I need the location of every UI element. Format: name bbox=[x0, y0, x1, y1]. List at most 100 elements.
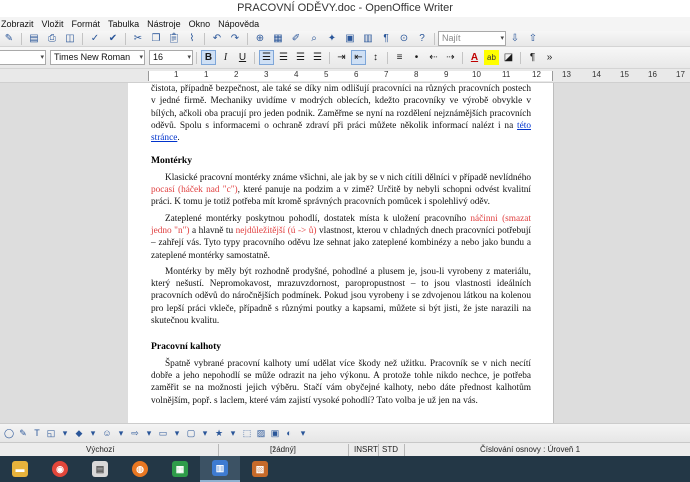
navigator-icon[interactable]: ✦ bbox=[324, 32, 340, 46]
line-spacing-icon[interactable]: ↕ bbox=[368, 50, 383, 65]
callout-icon[interactable]: ◱ bbox=[45, 427, 57, 439]
paragraph-style-combo[interactable]: ▾ bbox=[0, 50, 46, 65]
menu-nastroje[interactable]: Nástroje bbox=[143, 17, 185, 31]
find-next-icon[interactable]: ⇩ bbox=[507, 32, 523, 46]
block-arrows-icon[interactable]: ⇨ bbox=[129, 427, 141, 439]
document-text[interactable]: čistota, případně bezpečnost, ale také s… bbox=[151, 83, 531, 407]
symbol-shapes-icon[interactable]: ☺ bbox=[101, 427, 113, 439]
align-justify-icon[interactable]: ☰ bbox=[310, 50, 325, 65]
chevron-down-icon[interactable]: ▾ bbox=[40, 51, 44, 64]
intro-paragraph[interactable]: čistota, případně bezpečnost, ale také s… bbox=[151, 83, 531, 144]
paragraph-icon[interactable]: ¶ bbox=[525, 50, 540, 65]
chevron-down-icon[interactable]: ▾ bbox=[143, 427, 155, 439]
menu-napoveda[interactable]: Nápověda bbox=[214, 17, 263, 31]
chrome-button[interactable]: ◉ bbox=[40, 456, 80, 482]
file-explorer-button[interactable]: ▬ bbox=[0, 456, 40, 482]
calc-button[interactable]: ▦ bbox=[160, 456, 200, 482]
autospellcheck-icon[interactable]: ✔ bbox=[105, 32, 121, 46]
stars-icon[interactable]: ★ bbox=[213, 427, 225, 439]
text-direction-ltr-icon[interactable]: ⇥ bbox=[334, 50, 349, 65]
table-icon[interactable]: ▦ bbox=[270, 32, 286, 46]
fontwork-gallery-icon[interactable]: ▨ bbox=[255, 427, 267, 439]
chevron-down-icon[interactable]: ▾ bbox=[139, 51, 143, 64]
menu-okno[interactable]: Okno bbox=[185, 17, 215, 31]
insert-image-icon[interactable]: ▣ bbox=[269, 427, 281, 439]
export-pdf-icon[interactable]: ▤ bbox=[26, 32, 42, 46]
data-sources-icon[interactable]: ▥ bbox=[360, 32, 376, 46]
chevron-down-icon[interactable]: ▾ bbox=[171, 427, 183, 439]
chevron-down-icon[interactable]: ▾ bbox=[87, 427, 99, 439]
ellipse-icon[interactable]: ◯ bbox=[3, 427, 15, 439]
files-button[interactable]: ▤ bbox=[80, 456, 120, 482]
points-icon[interactable]: ⬚ bbox=[241, 427, 253, 439]
spellcheck-icon[interactable]: ✓ bbox=[87, 32, 103, 46]
bullets-icon[interactable]: • bbox=[409, 50, 424, 65]
status-insert-mode[interactable]: INSRT bbox=[354, 443, 378, 456]
increase-indent-icon[interactable]: ⇢ bbox=[443, 50, 458, 65]
clone-format-icon[interactable]: ⌇ bbox=[184, 32, 200, 46]
underline-button[interactable]: U bbox=[235, 50, 250, 65]
align-right-icon[interactable]: ☰ bbox=[293, 50, 308, 65]
more-options-icon[interactable]: » bbox=[542, 50, 557, 65]
chevron-down-icon[interactable]: ▾ bbox=[187, 51, 191, 64]
chevron-down-icon[interactable]: ▾ bbox=[297, 427, 309, 439]
print-preview-icon[interactable]: ◫ bbox=[62, 32, 78, 46]
monterky-paragraph-1[interactable]: Klasické pracovní montérky známe všichni… bbox=[151, 172, 531, 209]
writer-button[interactable]: ▥ bbox=[200, 456, 240, 482]
firefox-button[interactable]: ◍ bbox=[120, 456, 160, 482]
document-workspace[interactable]: čistota, případně bezpečnost, ale také s… bbox=[0, 83, 690, 423]
chevron-down-icon[interactable]: ▾ bbox=[199, 427, 211, 439]
show-draw-icon[interactable]: ✐ bbox=[288, 32, 304, 46]
text-direction-rtl-icon[interactable]: ⇤ bbox=[351, 50, 366, 65]
print-icon[interactable]: ⎙ bbox=[44, 32, 60, 46]
horizontal-ruler[interactable]: 1 1 2 3 4 5 6 7 8 9 10 11 12 13 14 15 16… bbox=[0, 69, 690, 83]
copy-icon[interactable]: ❐ bbox=[148, 32, 164, 46]
font-size-combo[interactable]: 16 ▾ bbox=[149, 50, 193, 65]
cut-icon[interactable]: ✂ bbox=[130, 32, 146, 46]
find-previous-icon[interactable]: ⇧ bbox=[525, 32, 541, 46]
document-page[interactable]: čistota, případně bezpečnost, ale také s… bbox=[128, 83, 554, 423]
freeform-line-icon[interactable]: ✎ bbox=[17, 427, 29, 439]
kalhoty-paragraph-1[interactable]: Špatně vybrané pracovní kalhoty umí uděl… bbox=[151, 358, 531, 407]
status-language[interactable]: [žádný] bbox=[270, 443, 296, 456]
italic-button[interactable]: I bbox=[218, 50, 233, 65]
status-page-style[interactable]: Výchozí bbox=[86, 443, 114, 456]
zoom-icon[interactable]: ⊙ bbox=[396, 32, 412, 46]
chevron-down-icon[interactable]: ▾ bbox=[59, 427, 71, 439]
align-left-icon[interactable]: ☰ bbox=[259, 50, 274, 65]
help-icon[interactable]: ? bbox=[414, 32, 430, 46]
align-center-icon[interactable]: ☰ bbox=[276, 50, 291, 65]
impress-button[interactable]: ▧ bbox=[240, 456, 280, 482]
font-name-combo[interactable]: Times New Roman ▾ bbox=[50, 50, 145, 65]
search-input[interactable]: Najít ▾ bbox=[438, 31, 506, 46]
font-color-icon[interactable]: A bbox=[467, 50, 482, 65]
menu-format[interactable]: Formát bbox=[68, 17, 105, 31]
numbering-icon[interactable]: ≡ bbox=[392, 50, 407, 65]
undo-icon[interactable]: ↶ bbox=[209, 32, 225, 46]
background-color-icon[interactable]: ◪ bbox=[501, 50, 516, 65]
menu-zobrazit[interactable]: Zobrazit bbox=[0, 17, 38, 31]
monterky-paragraph-2[interactable]: Zateplené montérky poskytnou pohodlí, do… bbox=[151, 213, 531, 262]
edit-file-icon[interactable]: ✎ bbox=[1, 32, 17, 46]
chevron-down-icon[interactable]: ▾ bbox=[227, 427, 239, 439]
callouts-icon[interactable]: ▢ bbox=[185, 427, 197, 439]
nonprinting-chars-icon[interactable]: ¶ bbox=[378, 32, 394, 46]
chevron-down-icon[interactable]: ▾ bbox=[500, 32, 504, 45]
text-box-icon[interactable]: T bbox=[31, 427, 43, 439]
highlight-icon[interactable]: ab bbox=[484, 50, 499, 65]
status-selection-mode[interactable]: STD bbox=[382, 443, 398, 456]
paste-icon[interactable]: 📋︎ bbox=[166, 32, 182, 46]
redo-icon[interactable]: ↷ bbox=[227, 32, 243, 46]
menu-tabulka[interactable]: Tabulka bbox=[104, 17, 143, 31]
hyperlink-icon[interactable]: ⊕ bbox=[252, 32, 268, 46]
flowchart-icon[interactable]: ▭ bbox=[157, 427, 169, 439]
extrusion-icon[interactable]: ◐ bbox=[283, 427, 295, 439]
monterky-paragraph-3[interactable]: Montérky by měly být rozhodně prodyšné, … bbox=[151, 266, 531, 327]
decrease-indent-icon[interactable]: ⇠ bbox=[426, 50, 441, 65]
chevron-down-icon[interactable]: ▾ bbox=[115, 427, 127, 439]
gallery-icon[interactable]: ▣ bbox=[342, 32, 358, 46]
bold-button[interactable]: B bbox=[201, 50, 216, 65]
menu-vlozit[interactable]: Vložit bbox=[38, 17, 68, 31]
find-replace-icon[interactable]: ⌕ bbox=[306, 32, 322, 46]
basic-shapes-icon[interactable]: ◆ bbox=[73, 427, 85, 439]
